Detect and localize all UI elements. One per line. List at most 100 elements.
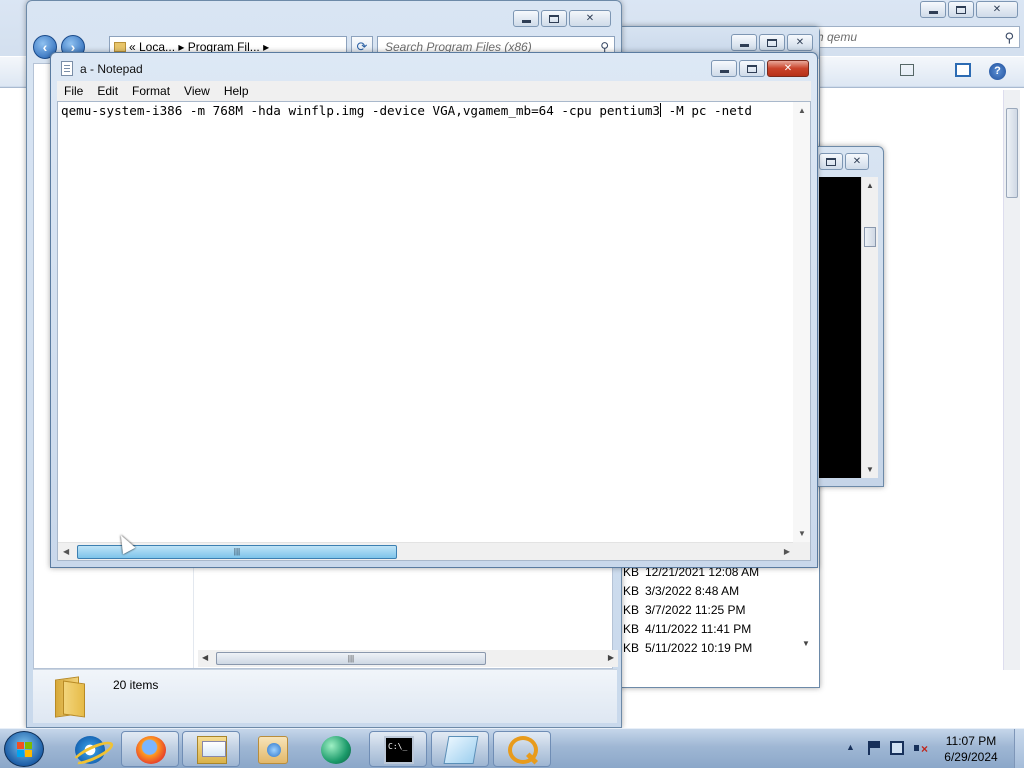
action-center-flag-icon[interactable] (868, 741, 882, 755)
close-button[interactable]: ✕ (767, 60, 809, 77)
scroll-right-arrow-icon[interactable]: ▶ (608, 653, 614, 662)
notepad-icon (443, 736, 479, 764)
close-button[interactable]: ✕ (976, 1, 1018, 18)
file-row[interactable]: KB 4/11/2022 11:41 PM (623, 620, 803, 639)
scrollbar-thumb[interactable] (1006, 108, 1018, 198)
show-hidden-icons-icon[interactable]: ▲ (846, 742, 855, 752)
windows-logo-icon (17, 742, 33, 758)
network-icon[interactable] (890, 741, 904, 755)
file-row[interactable]: KB 5/11/2022 10:19 PM (623, 639, 803, 658)
text-editor[interactable]: qemu-system-i386 -m 768M -hda winflp.img… (57, 101, 811, 561)
taskbar-windows-explorer[interactable] (182, 731, 240, 767)
scroll-left-arrow-icon[interactable]: ◀ (63, 547, 69, 556)
console-window: ✕ ▲ ▼ (812, 146, 884, 487)
file-list: KB 12/21/2021 12:08 AM KB 3/3/2022 8:48 AM… (623, 563, 803, 658)
scrollbar-thumb[interactable]: ||| (216, 652, 486, 665)
file-size-unit: KB (623, 584, 640, 598)
file-date-modified: 3/3/2022 8:48 AM (645, 584, 740, 598)
scrollbar-thumb[interactable] (864, 227, 876, 247)
details-pane: 20 items (33, 669, 617, 723)
volume-muted-icon[interactable] (914, 741, 928, 755)
file-row[interactable]: KB 3/3/2022 8:48 AM (623, 582, 803, 601)
details-caption-buttons: ✕ (731, 34, 813, 51)
scroll-down-arrow-icon[interactable]: ▼ (866, 465, 874, 474)
minimize-button[interactable] (513, 10, 539, 27)
scroll-down-arrow-icon[interactable]: ▼ (802, 639, 810, 648)
notepad-icon (61, 61, 73, 76)
green-globe-icon (321, 736, 351, 764)
editor-vertical-scrollbar[interactable]: ▲ ▼ (793, 102, 810, 542)
console-vertical-scrollbar[interactable]: ▲ ▼ (861, 177, 878, 478)
internet-explorer-icon (75, 736, 105, 764)
scroll-left-arrow-icon[interactable]: ◀ (202, 653, 208, 662)
windows-explorer-icon (197, 736, 227, 764)
taskbar: ▲ 11:07 PM 6/29/2024 (0, 728, 1024, 768)
preview-pane-icon[interactable] (955, 63, 971, 77)
menu-help[interactable]: Help (217, 81, 256, 101)
clock[interactable]: 11:07 PM 6/29/2024 (936, 733, 1006, 765)
explorer-caption-buttons: ✕ (513, 10, 611, 27)
menu-format[interactable]: Format (125, 81, 177, 101)
notepad-caption-buttons: ✕ (711, 60, 809, 77)
size-grip[interactable] (793, 542, 810, 560)
close-button[interactable]: ✕ (845, 153, 869, 170)
search-text: h qemu (817, 30, 858, 44)
file-row[interactable]: KB 3/7/2022 11:25 PM (623, 601, 803, 620)
start-button[interactable] (4, 731, 44, 767)
window-title: a - Notepad (80, 62, 143, 76)
taskbar-green-app[interactable] (306, 731, 364, 767)
menu-file[interactable]: File (57, 81, 90, 101)
file-date-modified: 3/7/2022 11:25 PM (645, 603, 746, 617)
show-desktop-button[interactable] (1014, 729, 1024, 768)
vertical-scrollbar[interactable] (1003, 90, 1020, 670)
scroll-up-arrow-icon[interactable]: ▲ (798, 106, 806, 115)
help-icon[interactable]: ? (989, 63, 1006, 80)
taskbar-command-prompt[interactable] (369, 731, 427, 767)
taskbar-internet-explorer[interactable] (60, 731, 118, 767)
maximize-button[interactable] (819, 153, 843, 170)
horizontal-scrollbar[interactable]: ◀ ||| ▶ (198, 650, 618, 667)
notepad-window: a - Notepad ✕ File Edit Format View Help… (50, 52, 818, 568)
taskbar-firefox[interactable] (121, 731, 179, 767)
file-date-modified: 5/11/2022 10:19 PM (645, 641, 753, 655)
magnifier-icon (508, 736, 538, 764)
change-view-icon[interactable] (900, 64, 914, 76)
explorer-max-search-input[interactable]: h qemu ⚲ (810, 26, 1020, 48)
editor-horizontal-scrollbar[interactable]: ◀ ||| ▶ (58, 542, 795, 560)
clock-time: 11:07 PM (945, 734, 997, 748)
restore-button[interactable] (948, 1, 974, 18)
scroll-down-arrow-icon[interactable]: ▼ (798, 529, 806, 538)
clock-date: 6/29/2024 (944, 750, 998, 764)
scroll-up-arrow-icon[interactable]: ▲ (866, 181, 874, 190)
command-prompt-icon (384, 736, 414, 764)
editor-text[interactable]: qemu-system-i386 -m 768M -hda winflp.img… (61, 103, 791, 119)
search-icon[interactable]: ⚲ (1004, 30, 1014, 46)
notification-area: ▲ 11:07 PM 6/29/2024 (840, 729, 1024, 768)
file-date-modified: 4/11/2022 11:41 PM (645, 622, 752, 636)
console-caption-buttons: ✕ (819, 153, 869, 170)
menu-view[interactable]: View (177, 81, 217, 101)
maximize-button[interactable] (739, 60, 765, 77)
menu-edit[interactable]: Edit (90, 81, 125, 101)
minimize-button[interactable] (920, 1, 946, 18)
item-count: 20 items (113, 678, 159, 692)
minimize-button[interactable] (731, 34, 757, 51)
taskbar-search-tool[interactable] (493, 731, 551, 767)
console-screen[interactable] (819, 177, 861, 478)
close-button[interactable]: ✕ (787, 34, 813, 51)
taskbar-notepad[interactable] (431, 731, 489, 767)
taskbar-media-player[interactable] (243, 731, 301, 767)
maximize-button[interactable] (759, 34, 785, 51)
close-button[interactable]: ✕ (569, 10, 611, 27)
text-before-caret: qemu-system-i386 -m 768M -hda winflp.img… (61, 103, 660, 118)
file-size-unit: KB (623, 603, 640, 617)
folder-icon (51, 676, 87, 718)
menu-bar: File Edit Format View Help (57, 81, 811, 101)
maximize-button[interactable] (541, 10, 567, 27)
explorer-max-caption-buttons: ✕ (920, 1, 1018, 18)
file-size-unit: KB (623, 622, 640, 636)
scroll-right-arrow-icon[interactable]: ▶ (784, 547, 790, 556)
media-player-icon (258, 736, 288, 764)
file-size-unit: KB (623, 641, 640, 655)
minimize-button[interactable] (711, 60, 737, 77)
